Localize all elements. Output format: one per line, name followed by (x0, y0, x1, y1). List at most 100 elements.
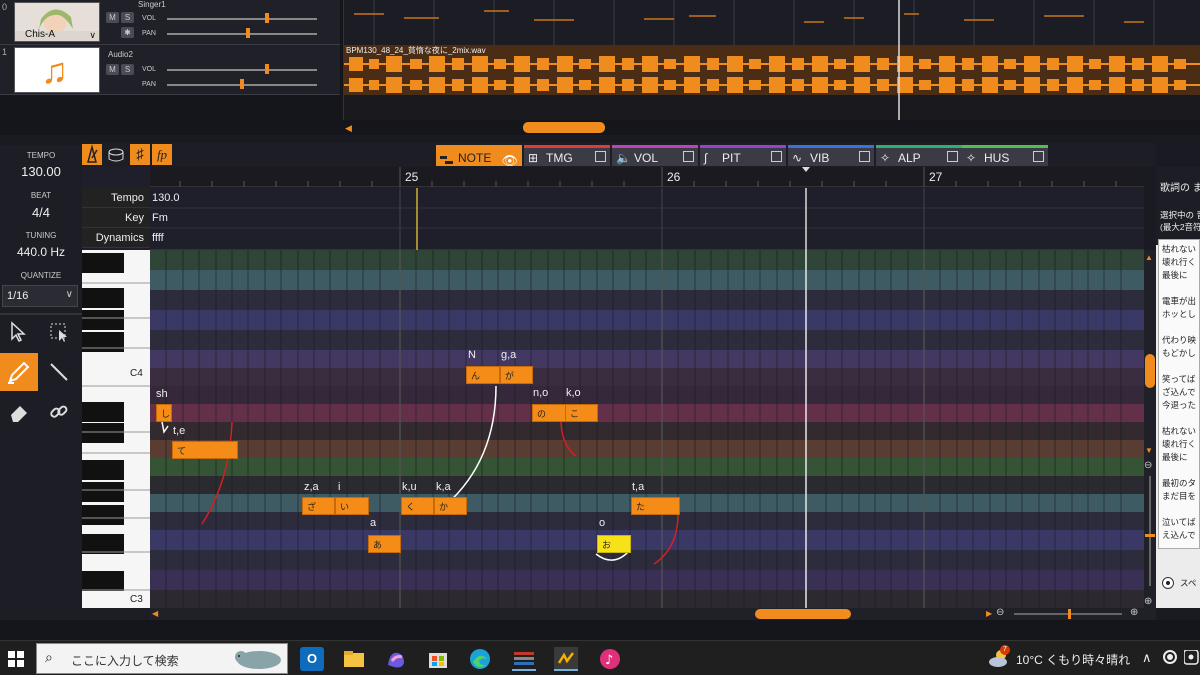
vol-slider-knob[interactable] (265, 13, 269, 23)
ruler[interactable]: 25 26 27 (150, 167, 1144, 187)
tab-vib[interactable]: ∿ VIB (788, 145, 874, 166)
track-hscrollbar[interactable]: ◀ (343, 122, 1200, 134)
synthesizer-v-icon[interactable] (554, 647, 578, 671)
beat-value[interactable]: 4/4 (0, 205, 82, 220)
vertical-zoom-slider[interactable] (1149, 476, 1151, 586)
tab-alp-checkbox[interactable] (947, 151, 958, 162)
microsoft-store-icon[interactable] (426, 647, 450, 671)
singer-lane[interactable] (343, 0, 1200, 45)
roll-hscrollbar[interactable]: ◀ ▶ ⊖ ⊕ (150, 607, 1144, 620)
tuning-value[interactable]: 440.0 Hz (0, 245, 82, 259)
scroll-up-icon[interactable]: ▲ (1145, 253, 1153, 262)
scroll-right-icon[interactable]: ▶ (986, 609, 992, 618)
pan-slider-knob[interactable] (246, 28, 250, 38)
solo-button[interactable]: S (121, 12, 134, 23)
tab-pit-checkbox[interactable] (771, 151, 782, 162)
outlook-icon[interactable]: O (300, 647, 324, 671)
itunes-icon[interactable]: ♪ (598, 647, 622, 671)
daw-app-icon[interactable] (512, 647, 536, 671)
note-block[interactable]: あ (368, 535, 401, 553)
link-tool-icon[interactable] (48, 401, 70, 423)
singer-thumbnail[interactable]: Chis-A ∨ (14, 2, 100, 42)
scroll-left-icon[interactable]: ◀ (152, 609, 158, 618)
tab-tmg[interactable]: ⊞ TMG (524, 145, 610, 166)
zoom-out-icon[interactable]: ⊖ (996, 607, 1004, 618)
roll-vscrollbar[interactable]: ▲ ▼ ⊖ ⊕ (1144, 250, 1156, 620)
windows-start-icon[interactable] (8, 651, 24, 667)
tab-alp[interactable]: ✧ ALP (876, 145, 962, 166)
note-block[interactable]: い (335, 497, 369, 515)
mute-button[interactable]: M (106, 64, 119, 75)
line-tool-icon[interactable] (48, 361, 70, 383)
copilot-icon[interactable] (384, 647, 408, 671)
track-header-singer[interactable]: 0 Chis-A ∨ Singer1 M S ✱ VOL PAN (0, 0, 340, 45)
pencil-tool-button[interactable] (0, 353, 38, 391)
note-block[interactable]: が (500, 366, 533, 384)
track-header-audio[interactable]: 1 ♫ Audio2 M S VOL PAN (0, 45, 340, 95)
drum-icon[interactable] (106, 144, 126, 165)
scroll-down-icon[interactable]: ▼ (1145, 446, 1153, 455)
roll-vscroll-thumb[interactable] (1145, 354, 1155, 388)
eraser-tool-icon[interactable] (8, 401, 30, 423)
zoom-in-icon[interactable]: ⊕ (1130, 607, 1138, 618)
metronome-icon[interactable] (82, 144, 102, 165)
range-select-tool-icon[interactable] (48, 321, 70, 343)
record-status-icon[interactable] (1163, 650, 1177, 664)
vol-slider[interactable] (167, 18, 317, 20)
vol-slider-knob[interactable] (265, 64, 269, 74)
pan-slider[interactable] (167, 33, 317, 35)
track-scroll-thumb[interactable] (523, 122, 605, 133)
taskbar-search-box[interactable]: ⌕ ここに入力して検索 (36, 643, 288, 674)
note-block-selected[interactable]: お (597, 535, 631, 553)
tab-vib-checkbox[interactable] (859, 151, 870, 162)
roll-hscroll-thumb[interactable] (755, 609, 851, 619)
tab-vol[interactable]: 🔈 VOL (612, 145, 698, 166)
note-block[interactable]: た (631, 497, 680, 515)
sharp-flat-icon[interactable]: ♯ (130, 144, 150, 165)
note-block[interactable]: し (156, 404, 172, 422)
zoom-out-icon[interactable]: ⊖ (1144, 460, 1152, 471)
meta-rows-area[interactable] (150, 188, 1144, 250)
note-block[interactable]: ざ (302, 497, 335, 515)
solo-button[interactable]: S (121, 64, 134, 75)
note-block[interactable]: く (401, 497, 434, 515)
audio-lane[interactable]: BPM130_48_24_貧惰な夜に_2mix.wav (343, 45, 1200, 120)
playhead-marker[interactable] (802, 167, 810, 172)
space-radio[interactable] (1162, 577, 1174, 589)
edge-browser-icon[interactable] (468, 647, 492, 671)
quantize-select[interactable]: 1/16 ∨ (2, 285, 78, 307)
file-explorer-icon[interactable] (342, 647, 366, 671)
tab-hus-checkbox[interactable] (1033, 151, 1044, 162)
zoom-in-icon[interactable]: ⊕ (1144, 596, 1152, 607)
network-icon[interactable] (1183, 649, 1200, 666)
pointer-tool-icon[interactable] (8, 321, 30, 343)
weather-text[interactable]: 10°C くもり時々晴れ (1016, 651, 1130, 668)
note-block[interactable]: こ (565, 404, 598, 422)
scroll-left-icon[interactable]: ◀ (345, 123, 352, 134)
note-grid[interactable]: sh し t,e て z,a ざ i い a あ k,u く k,a か N ん… (150, 250, 1144, 609)
vol-slider[interactable] (167, 69, 317, 71)
pan-slider-knob[interactable] (240, 79, 244, 89)
chevron-down-icon[interactable]: ∨ (89, 30, 96, 41)
audio-thumbnail[interactable]: ♫ (14, 47, 100, 93)
tab-tmg-checkbox[interactable] (595, 151, 606, 162)
note-block[interactable]: の (532, 404, 566, 422)
tab-pit[interactable]: ∫ PIT (700, 145, 786, 166)
chevron-up-icon[interactable]: ∧ (1142, 650, 1152, 666)
note-block[interactable]: か (434, 497, 467, 515)
tab-hus[interactable]: ✧ HUS (962, 145, 1048, 166)
vertical-zoom-knob[interactable] (1145, 534, 1155, 537)
note-block[interactable]: ん (466, 366, 500, 384)
tab-note[interactable]: NOTE 👁 (436, 145, 522, 168)
piano-keyboard[interactable]: C4 C3 (82, 250, 150, 609)
asterisk-icon[interactable]: ✱ (121, 27, 134, 38)
note-block[interactable]: て (172, 441, 238, 459)
dynamics-icon[interactable]: fp (152, 144, 172, 165)
horizontal-zoom-knob[interactable] (1068, 609, 1071, 619)
piano-roll[interactable]: 25 26 27 Tempo 130.0 Key Fm Dynamics fff… (82, 167, 1144, 609)
mute-button[interactable]: M (106, 12, 119, 23)
tab-vol-checkbox[interactable] (683, 151, 694, 162)
weather-icon[interactable]: 7 (988, 645, 1010, 669)
tempo-value[interactable]: 130.00 (0, 164, 82, 179)
lyrics-textarea[interactable]: 枯れない 壊れ行く 最後に 電車が出 ホッとし 代わり映 もどかし 笑ってば ざ… (1158, 239, 1200, 549)
